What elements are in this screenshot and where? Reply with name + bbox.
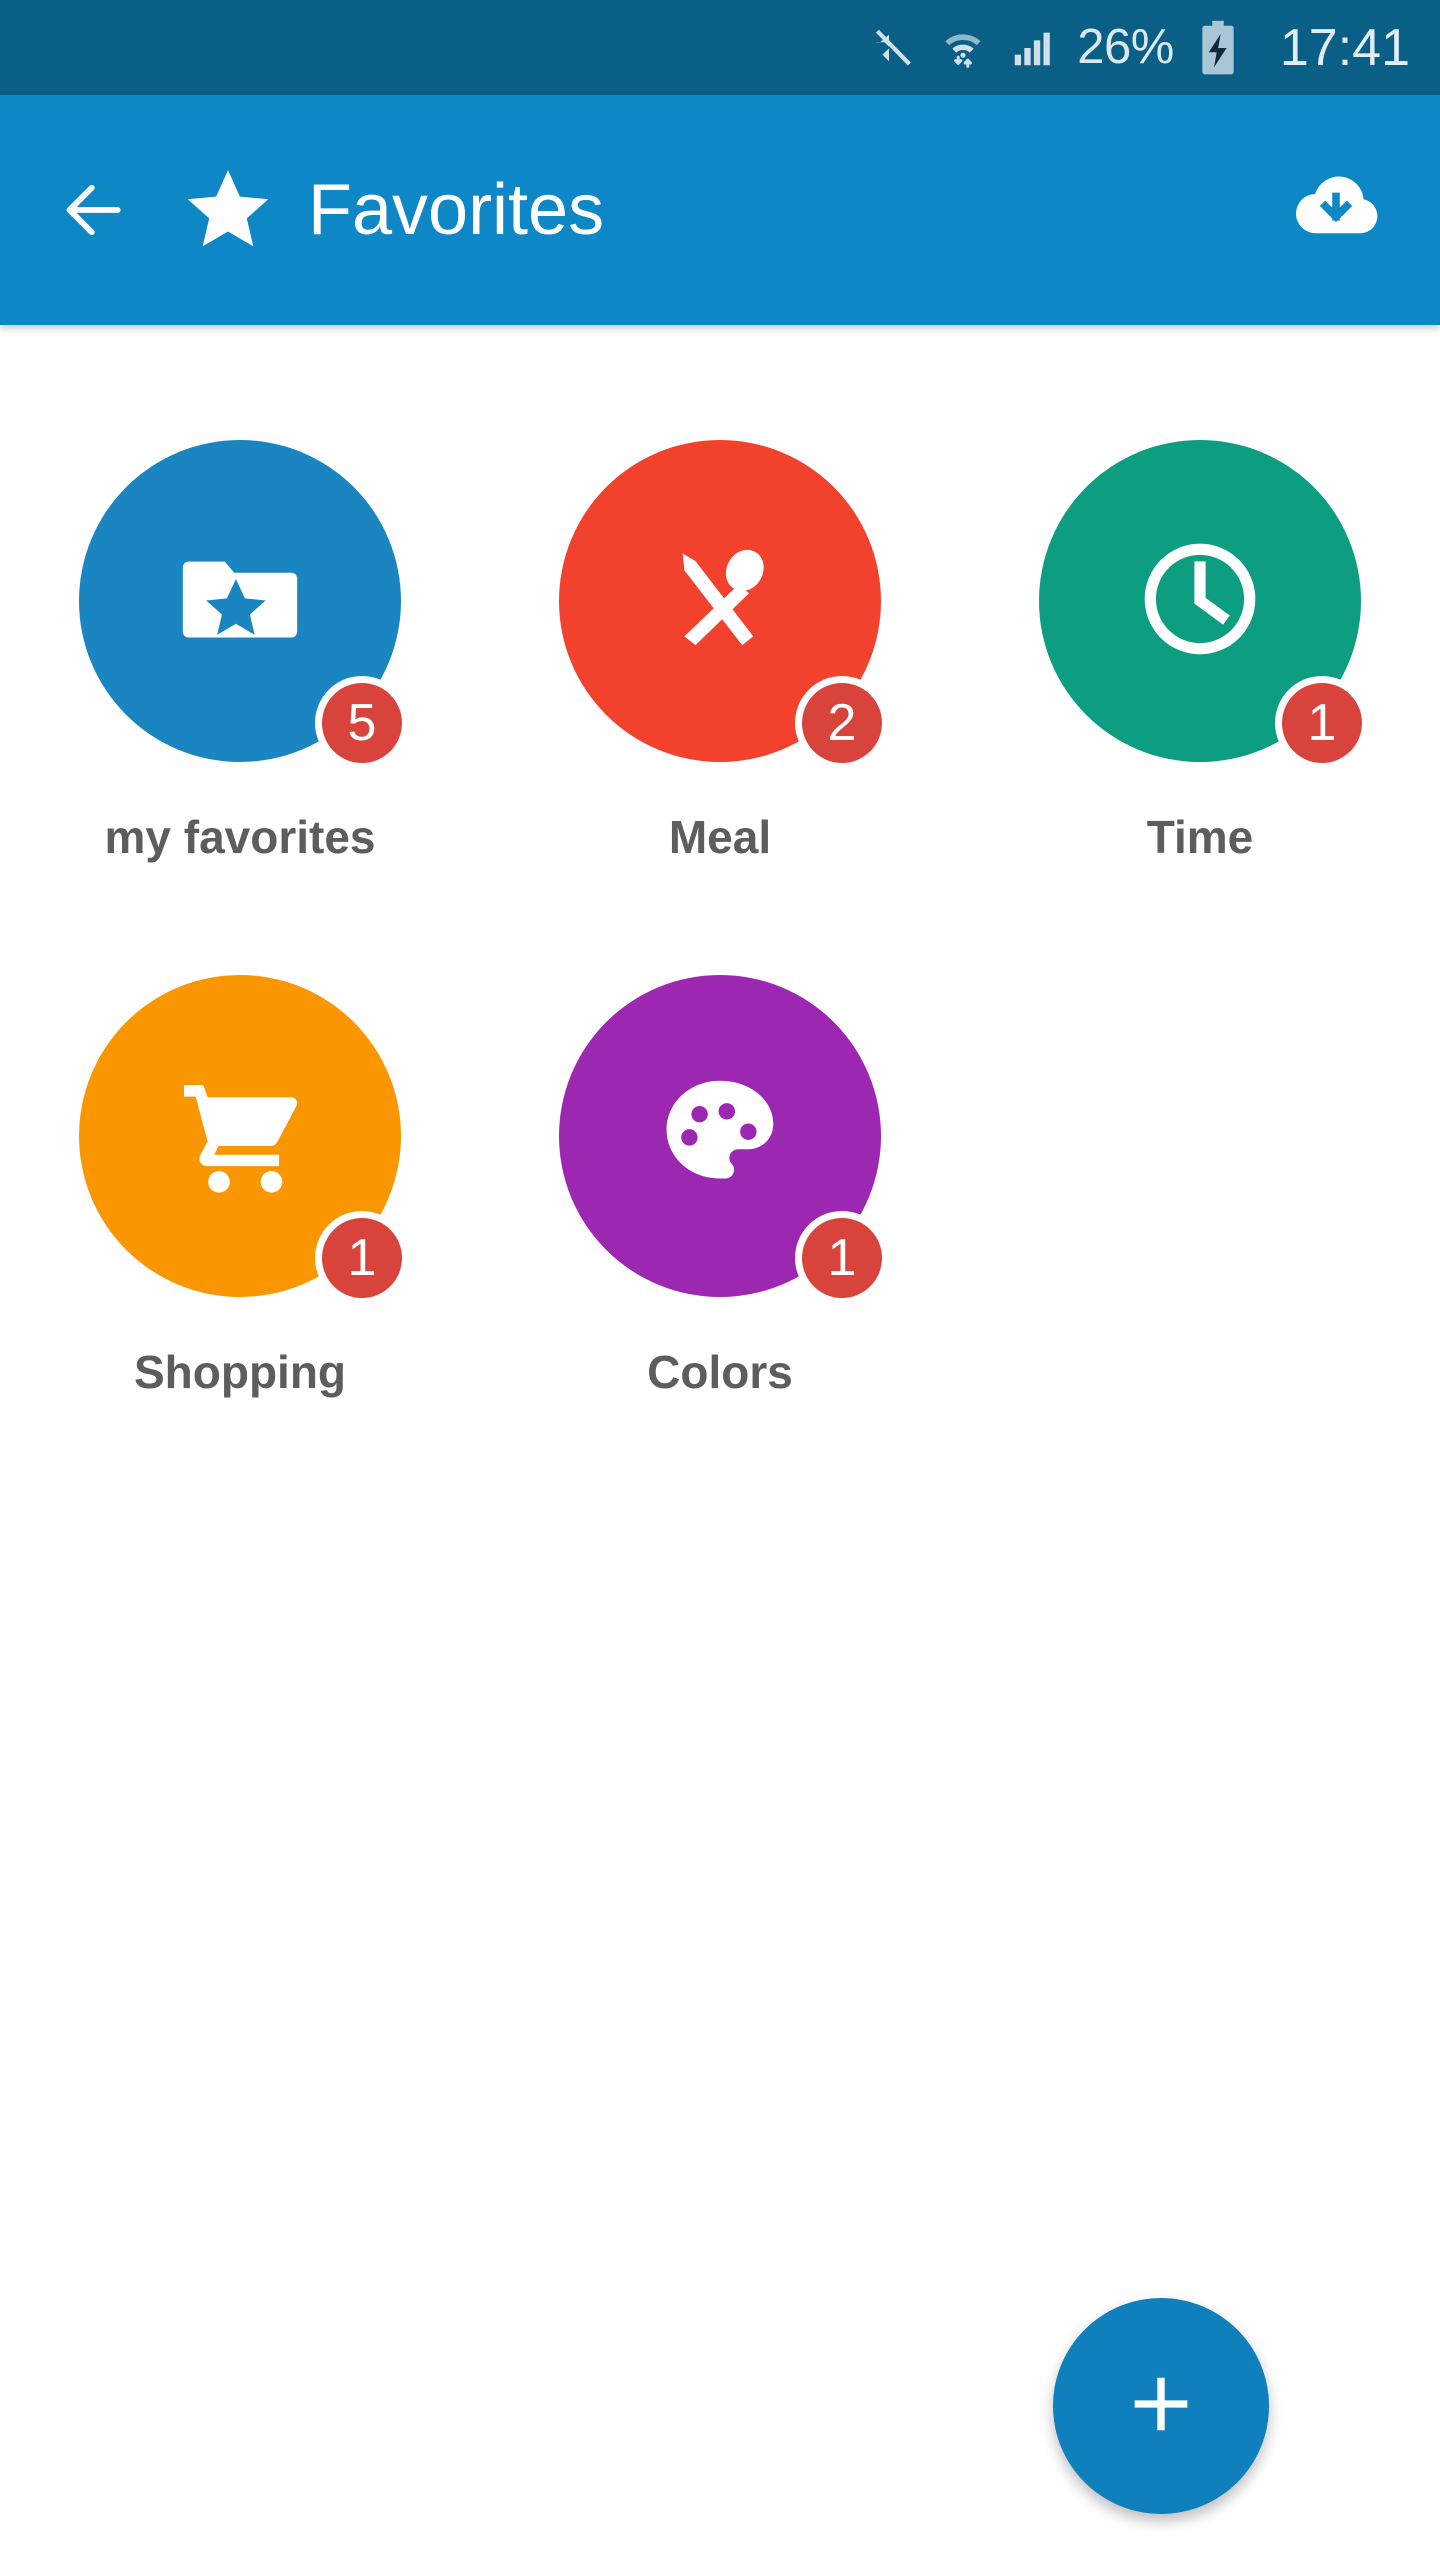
status-bar-clock: 17:41 bbox=[1279, 18, 1410, 77]
cloud-download-icon[interactable] bbox=[1288, 162, 1384, 258]
category-label: my favorites bbox=[104, 811, 376, 863]
status-bar: 26% 17:41 bbox=[0, 0, 1440, 95]
content-area: 5 my favorites 2 Meal 1 Time 1 Shopping … bbox=[0, 325, 1440, 2560]
category-circle-wrap: 1 bbox=[79, 975, 409, 1305]
category-label: Time bbox=[1146, 811, 1254, 863]
category-badge: 1 bbox=[315, 1211, 409, 1305]
category-item-colors[interactable]: 1 Colors bbox=[480, 975, 960, 1510]
category-circle-wrap: 2 bbox=[559, 440, 889, 770]
category-circle-wrap: 1 bbox=[559, 975, 889, 1305]
battery-percent-label: 26% bbox=[1077, 20, 1174, 74]
category-item-meal[interactable]: 2 Meal bbox=[480, 440, 960, 975]
star-icon bbox=[182, 164, 274, 256]
category-circle-wrap: 1 bbox=[1039, 440, 1369, 770]
battery-charging-icon bbox=[1198, 20, 1238, 76]
category-label: Colors bbox=[647, 1346, 793, 1398]
category-grid: 5 my favorites 2 Meal 1 Time 1 Shopping … bbox=[0, 325, 1440, 1510]
wifi-transfer-icon bbox=[939, 24, 987, 72]
category-circle-wrap: 5 bbox=[79, 440, 409, 770]
page-title: Favorites bbox=[308, 170, 605, 250]
mute-icon bbox=[869, 24, 917, 72]
category-label: Shopping bbox=[133, 1346, 347, 1398]
category-badge: 2 bbox=[795, 676, 889, 770]
shopping-cart-icon bbox=[170, 1064, 310, 1209]
folder-star-icon bbox=[170, 529, 310, 674]
category-badge: 5 bbox=[315, 676, 409, 770]
status-bar-icons: 26% 17:41 bbox=[869, 20, 1410, 76]
add-button[interactable] bbox=[1053, 2298, 1269, 2514]
plus-icon bbox=[1120, 2363, 1202, 2450]
app-bar: Favorites bbox=[0, 95, 1440, 325]
category-badge: 1 bbox=[795, 1211, 889, 1305]
category-label: Meal bbox=[668, 811, 772, 863]
category-item-time[interactable]: 1 Time bbox=[960, 440, 1440, 975]
category-badge: 1 bbox=[1275, 676, 1369, 770]
palette-icon bbox=[652, 1066, 788, 1207]
cellular-signal-icon bbox=[1009, 25, 1055, 71]
category-item-shopping[interactable]: 1 Shopping bbox=[0, 975, 480, 1510]
back-button[interactable] bbox=[56, 173, 130, 247]
fork-spoon-icon bbox=[650, 529, 790, 674]
clock-icon bbox=[1129, 528, 1271, 675]
category-item-my-favorites[interactable]: 5 my favorites bbox=[0, 440, 480, 975]
